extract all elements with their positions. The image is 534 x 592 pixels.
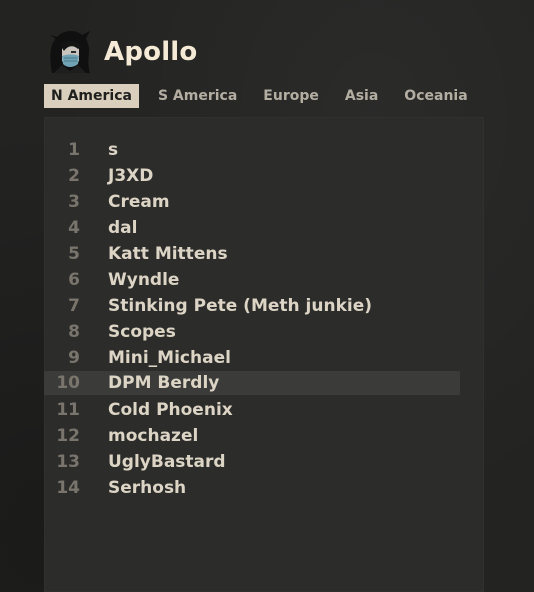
player-name: Serhosh [108, 478, 187, 498]
tab-europe[interactable]: Europe [250, 84, 332, 108]
rank-number: 5 [68, 244, 80, 264]
player-name: Katt Mittens [108, 244, 228, 264]
character-avatar-icon [44, 27, 94, 77]
leaderboard-row[interactable]: 7 Stinking Pete (Meth junkie) [44, 294, 460, 318]
rank-number: 1 [68, 140, 80, 160]
leaderboard-row[interactable]: 12 mochazel [44, 424, 460, 448]
player-name: s [108, 140, 119, 160]
player-name: Scopes [108, 322, 176, 342]
rank-number: 12 [56, 426, 80, 446]
leaderboard-row[interactable]: 3 Cream [44, 190, 460, 214]
rank-number: 3 [68, 192, 80, 212]
rank-number: 8 [68, 322, 80, 342]
player-name: Cold Phoenix [108, 400, 233, 420]
rank-number: 13 [56, 452, 80, 472]
leaderboard-row[interactable]: 4 dal [44, 216, 460, 240]
rank-number: 10 [56, 373, 80, 393]
leaderboard-panel: 1 s 2 J3XD 3 Cream 4 dal 5 Katt Mittens … [44, 117, 484, 592]
leaderboard-row[interactable]: 14 Serhosh [44, 476, 460, 500]
leaderboard-row-highlighted[interactable]: 10 DPM Berdly [44, 371, 460, 395]
player-name: Mini_Michael [108, 348, 231, 368]
player-name: mochazel [108, 426, 199, 446]
profile-name: Apollo [104, 37, 198, 67]
region-tabs: N America S America Europe Asia Oceania [44, 84, 481, 108]
leaderboard-row[interactable]: 2 J3XD [44, 164, 460, 188]
tab-s-america[interactable]: S America [145, 84, 250, 108]
player-name: UglyBastard [108, 452, 226, 472]
leaderboard-row[interactable]: 8 Scopes [44, 320, 460, 344]
rank-number: 2 [68, 166, 80, 186]
player-name: Cream [108, 192, 170, 212]
rank-number: 4 [68, 218, 80, 238]
rank-number: 11 [56, 400, 80, 420]
player-name: Wyndle [108, 270, 180, 290]
tab-n-america[interactable]: N America [44, 84, 139, 108]
leaderboard-row[interactable]: 11 Cold Phoenix [44, 398, 460, 422]
player-name: DPM Berdly [108, 373, 220, 393]
leaderboard-row[interactable]: 5 Katt Mittens [44, 242, 460, 266]
player-name: dal [108, 218, 138, 238]
tab-asia[interactable]: Asia [332, 84, 391, 108]
player-name: Stinking Pete (Meth junkie) [108, 296, 373, 316]
tab-oceania[interactable]: Oceania [391, 84, 480, 108]
leaderboard-row[interactable]: 9 Mini_Michael [44, 346, 460, 370]
rank-number: 7 [68, 296, 80, 316]
leaderboard-row[interactable]: 6 Wyndle [44, 268, 460, 292]
leaderboard-row[interactable]: 13 UglyBastard [44, 450, 460, 474]
rank-number: 9 [68, 348, 80, 368]
rank-number: 6 [68, 270, 80, 290]
player-name: J3XD [108, 166, 154, 186]
rank-number: 14 [56, 478, 80, 498]
leaderboard-row[interactable]: 1 s [44, 138, 460, 162]
